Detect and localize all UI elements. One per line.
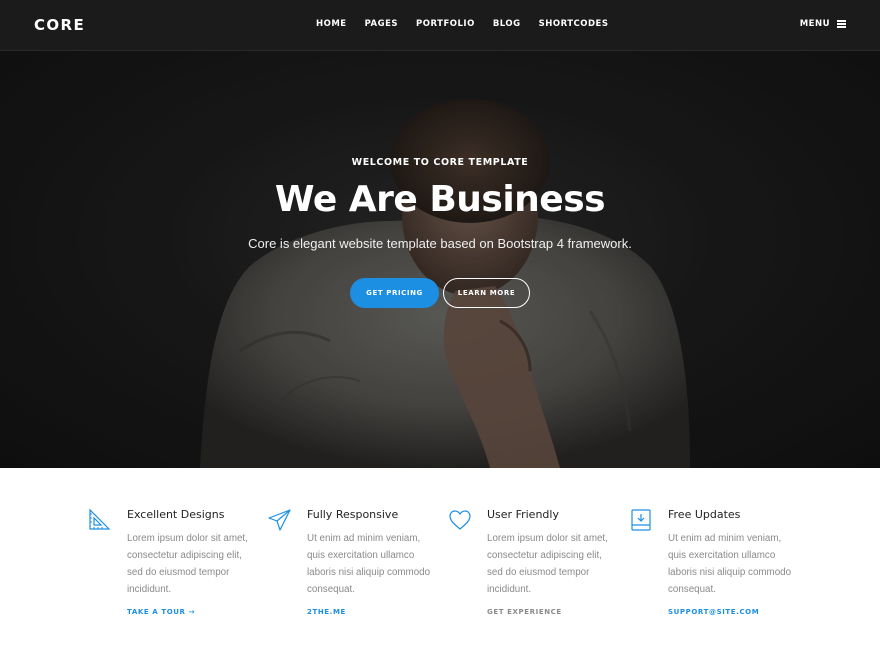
feature-free-updates: Free Updates Ut enim ad minim veniam, qu… [629, 468, 799, 660]
feature-text-line: Lorem ipsum dolor sit amet, [127, 533, 248, 544]
feature-fully-responsive: Fully Responsive Ut enim ad minim veniam… [268, 468, 438, 660]
brand-logo[interactable]: CORE [34, 16, 85, 34]
learn-more-button[interactable]: LEARN MORE [443, 278, 530, 308]
feature-title: Excellent Designs [127, 508, 225, 521]
main-nav: HOME PAGES PORTFOLIO BLOG SHORTCODES [316, 19, 608, 29]
get-experience-link[interactable]: GET EXPERIENCE [487, 608, 562, 616]
feature-excellent-designs: Excellent Designs Lorem ipsum dolor sit … [88, 468, 258, 660]
hero-eyebrow: WELCOME TO CORE TEMPLATE [351, 157, 529, 168]
feature-title: Fully Responsive [307, 508, 399, 521]
website-link[interactable]: 2THE.ME [307, 608, 346, 616]
take-a-tour-link[interactable]: TAKE A TOUR → [127, 608, 195, 616]
hero-content: WELCOME TO CORE TEMPLATE We Are Business… [0, 51, 880, 468]
get-pricing-button[interactable]: GET PRICING [350, 278, 439, 308]
feature-text-line: Ut enim ad minim veniam, [668, 533, 782, 544]
feature-text-line: laboris nisi aliquip commodo [668, 567, 792, 578]
ruler-triangle-icon [89, 508, 111, 530]
nav-link-shortcodes[interactable]: SHORTCODES [539, 19, 609, 29]
feature-description: Lorem ipsum dolor sit amet, consectetur … [487, 530, 622, 598]
feature-text-line: Lorem ipsum dolor sit amet, [487, 533, 608, 544]
feature-text-line: incididunt. [127, 584, 172, 595]
feature-text-line: quis exercitation ullamco [307, 550, 415, 561]
feature-title: Free Updates [668, 508, 741, 521]
feature-text-line: Ut enim ad minim veniam, [307, 533, 421, 544]
download-drive-icon [631, 509, 651, 531]
menu-toggle-button[interactable]: MENU [800, 19, 846, 29]
hero-title: We Are Business [274, 179, 606, 220]
feature-text-line: consectetur adipiscing elit, [487, 550, 602, 561]
feature-text-line: consectetur adipiscing elit, [127, 550, 242, 561]
nav-link-portfolio[interactable]: PORTFOLIO [416, 19, 475, 29]
feature-text-line: sed do eiusmod tempor [127, 567, 230, 578]
feature-text-line: incididunt. [487, 584, 532, 595]
paper-plane-icon [268, 509, 291, 531]
menu-label: MENU [799, 19, 830, 29]
nav-link-blog[interactable]: BLOG [493, 19, 521, 29]
feature-text-line: laboris nisi aliquip commodo [307, 567, 431, 578]
nav-link-home[interactable]: HOME [316, 19, 347, 29]
nav-link-pages[interactable]: PAGES [365, 19, 398, 29]
top-navbar: CORE HOME PAGES PORTFOLIO BLOG SHORTCODE… [0, 0, 880, 51]
feature-description: Lorem ipsum dolor sit amet, consectetur … [127, 530, 262, 598]
support-email-link[interactable]: SUPPORT@SITE.COM [668, 608, 759, 616]
hero-section: WELCOME TO CORE TEMPLATE We Are Business… [0, 51, 880, 468]
feature-text-line: quis exercitation ullamco [668, 550, 776, 561]
feature-description: Ut enim ad minim veniam, quis exercitati… [307, 530, 442, 598]
hero-subtitle: Core is elegant website template based o… [248, 236, 632, 251]
features-section: Excellent Designs Lorem ipsum dolor sit … [0, 468, 880, 660]
feature-text-line: sed do eiusmod tempor [487, 567, 590, 578]
feature-user-friendly: User Friendly Lorem ipsum dolor sit amet… [448, 468, 618, 660]
feature-text-line: consequat. [668, 584, 716, 595]
feature-text-line: consequat. [307, 584, 355, 595]
heart-icon [449, 510, 471, 530]
feature-description: Ut enim ad minim veniam, quis exercitati… [668, 530, 803, 598]
hamburger-icon [837, 20, 846, 28]
feature-title: User Friendly [487, 508, 559, 521]
